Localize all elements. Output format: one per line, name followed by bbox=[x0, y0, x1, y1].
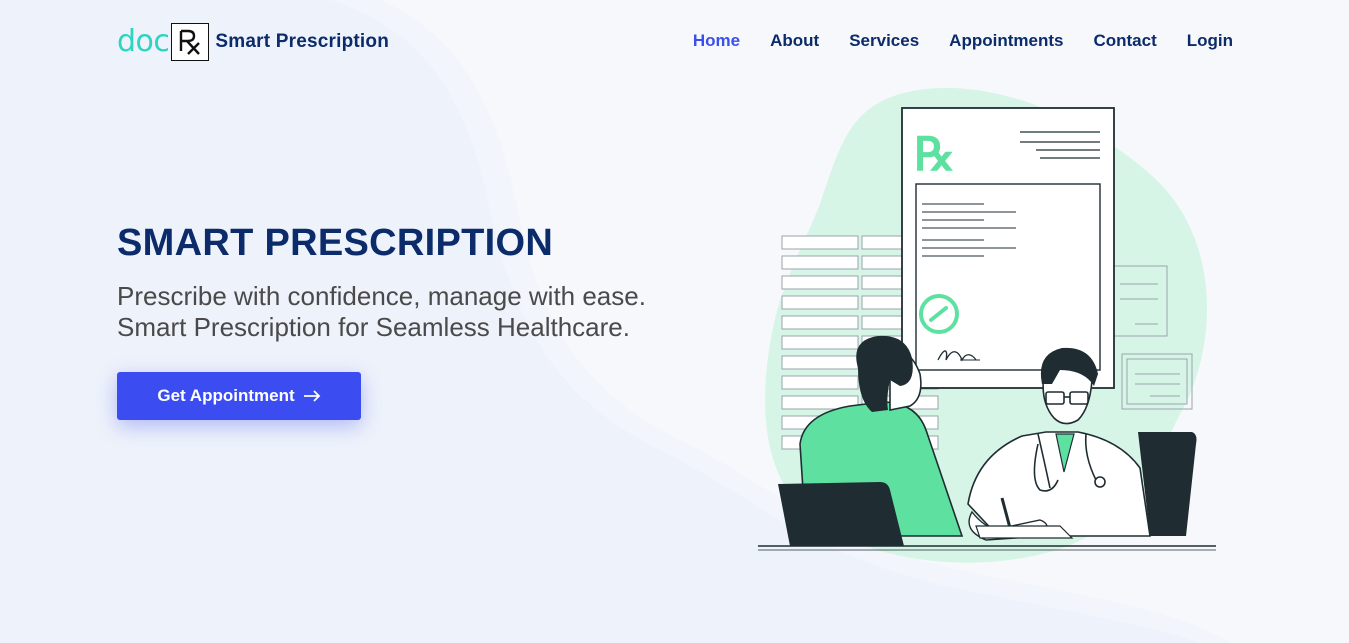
hero-subtitle-line-2: Smart Prescription for Seamless Healthca… bbox=[117, 312, 630, 342]
svg-text:℞: ℞ bbox=[914, 128, 955, 180]
nav-item-about[interactable]: About bbox=[770, 31, 819, 51]
get-appointment-button[interactable]: Get Appointment bbox=[117, 372, 361, 420]
rx-logo-icon bbox=[171, 23, 210, 61]
nav-item-home[interactable]: Home bbox=[693, 31, 740, 51]
hero-subtitle: Prescribe with confidence, manage with e… bbox=[117, 281, 646, 343]
nav-item-login[interactable]: Login bbox=[1187, 31, 1233, 51]
main-nav: Home About Services Appointments Contact… bbox=[693, 31, 1233, 51]
hero-title: SMART PRESCRIPTION bbox=[117, 222, 554, 264]
logo-doc-text: doc bbox=[117, 24, 170, 59]
nav-item-services[interactable]: Services bbox=[849, 31, 919, 51]
nav-item-appointments[interactable]: Appointments bbox=[949, 31, 1063, 51]
logo-title: Smart Prescription bbox=[215, 31, 390, 52]
hero-subtitle-line-1: Prescribe with confidence, manage with e… bbox=[117, 281, 646, 311]
get-appointment-label: Get Appointment bbox=[157, 386, 295, 405]
logo[interactable]: doc Smart Prescription bbox=[117, 22, 389, 62]
nav-item-contact[interactable]: Contact bbox=[1093, 31, 1156, 51]
laptop bbox=[778, 482, 904, 546]
arrow-right-icon bbox=[303, 390, 320, 402]
prescription-document: ℞ bbox=[901, 107, 1115, 389]
doctor-patient-illustration: ℞ bbox=[758, 87, 1216, 563]
